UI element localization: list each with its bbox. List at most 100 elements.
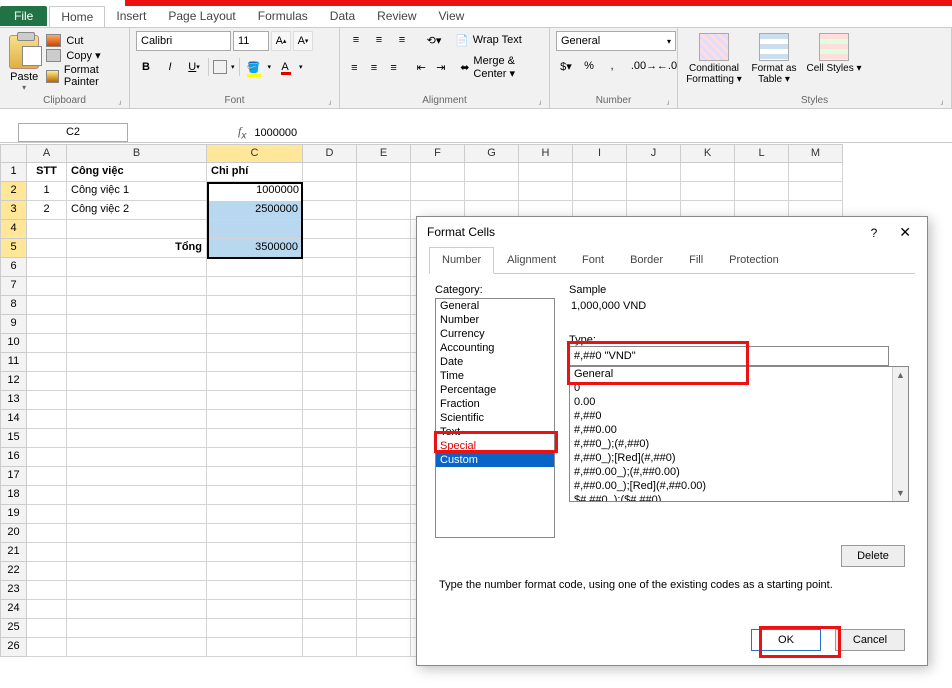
align-right-button[interactable]: ≡ (385, 59, 402, 77)
category-item[interactable]: Number (436, 313, 554, 327)
cell[interactable]: 2 (27, 201, 67, 220)
row-header[interactable]: 1 (0, 163, 27, 182)
row-header[interactable]: 15 (0, 429, 27, 448)
row-header[interactable]: 13 (0, 391, 27, 410)
format-painter-button[interactable]: Format Painter (46, 64, 123, 88)
format-item[interactable]: 0.00 (570, 395, 908, 409)
format-item[interactable]: #,##0.00 (570, 423, 908, 437)
conditional-formatting-button[interactable]: Conditional Formatting ▾ (684, 31, 744, 85)
close-button[interactable]: ✕ (893, 222, 917, 242)
category-item[interactable]: Text (436, 425, 554, 439)
decrease-font-button[interactable]: A▾ (293, 31, 313, 51)
merge-center-button[interactable]: ⬌Merge & Center ▾ (460, 55, 543, 80)
increase-indent-button[interactable]: ⇥ (433, 59, 450, 77)
cell[interactable] (207, 220, 303, 239)
increase-font-button[interactable]: A▴ (271, 31, 291, 51)
format-item[interactable]: #,##0 (570, 409, 908, 423)
delete-button[interactable]: Delete (841, 545, 905, 567)
number-format-combo[interactable]: General▾ (556, 31, 676, 51)
copy-button[interactable]: Copy ▾ (46, 49, 123, 62)
col-header[interactable]: H (519, 144, 573, 163)
dialog-tab-alignment[interactable]: Alignment (494, 247, 569, 273)
row-header[interactable]: 25 (0, 619, 27, 638)
row-header[interactable]: 3 (0, 201, 27, 220)
accounting-format-button[interactable]: $▾ (556, 57, 576, 75)
cell[interactable]: Công việc (67, 163, 207, 182)
format-item[interactable]: #,##0_);[Red](#,##0) (570, 451, 908, 465)
cell-styles-button[interactable]: Cell Styles ▾ (804, 31, 864, 74)
row-header[interactable]: 24 (0, 600, 27, 619)
ok-button[interactable]: OK (751, 629, 821, 651)
row-header[interactable]: 14 (0, 410, 27, 429)
type-input[interactable] (569, 346, 889, 366)
paste-button[interactable]: Paste ▾ (6, 31, 42, 92)
col-header[interactable]: G (465, 144, 519, 163)
cancel-button[interactable]: Cancel (835, 629, 905, 651)
cell[interactable]: Công việc 2 (67, 201, 207, 220)
italic-button[interactable]: I (160, 57, 180, 77)
category-item[interactable]: Scientific (436, 411, 554, 425)
cell[interactable]: 2500000 (207, 201, 303, 220)
orientation-button[interactable]: ⟲▾ (424, 31, 444, 49)
category-listbox[interactable]: GeneralNumberCurrencyAccountingDateTimeP… (435, 298, 555, 538)
format-item[interactable]: #,##0.00_);(#,##0.00) (570, 465, 908, 479)
row-header[interactable]: 19 (0, 505, 27, 524)
formula-bar[interactable]: 1000000 (254, 127, 297, 139)
font-name-combo[interactable] (136, 31, 231, 51)
col-header[interactable]: K (681, 144, 735, 163)
row-header[interactable]: 20 (0, 524, 27, 543)
tab-insert[interactable]: Insert (105, 6, 157, 27)
tab-home[interactable]: Home (49, 6, 105, 27)
cell[interactable]: Chi phí (207, 163, 303, 182)
cut-button[interactable]: Cut (46, 34, 123, 47)
row-header[interactable]: 21 (0, 543, 27, 562)
align-left-button[interactable]: ≡ (346, 59, 363, 77)
category-item[interactable]: Accounting (436, 341, 554, 355)
fill-color-button[interactable]: 🪣 (244, 57, 264, 77)
col-header[interactable]: L (735, 144, 789, 163)
cell[interactable]: Công việc 1 (67, 182, 207, 201)
cell[interactable]: STT (27, 163, 67, 182)
row-header[interactable]: 5 (0, 239, 27, 258)
comma-button[interactable]: , (602, 57, 622, 75)
dialog-tab-protection[interactable]: Protection (716, 247, 792, 273)
tab-review[interactable]: Review (366, 6, 427, 27)
dialog-tab-fill[interactable]: Fill (676, 247, 716, 273)
tab-view[interactable]: View (428, 6, 476, 27)
col-header[interactable]: E (357, 144, 411, 163)
format-item[interactable]: $#,##0_);($#,##0) (570, 493, 908, 502)
bold-button[interactable]: B (136, 57, 156, 77)
font-size-combo[interactable] (233, 31, 269, 51)
format-as-table-button[interactable]: Format as Table ▾ (744, 31, 804, 85)
row-header[interactable]: 23 (0, 581, 27, 600)
format-item[interactable]: 0 (570, 381, 908, 395)
tab-file[interactable]: File (0, 6, 47, 26)
col-header[interactable]: M (789, 144, 843, 163)
row-header[interactable]: 2 (0, 182, 27, 201)
col-header[interactable]: C (207, 144, 303, 163)
category-item[interactable]: Currency (436, 327, 554, 341)
row-header[interactable]: 4 (0, 220, 27, 239)
row-header[interactable]: 16 (0, 448, 27, 467)
col-header[interactable]: I (573, 144, 627, 163)
row-header[interactable]: 18 (0, 486, 27, 505)
row-header[interactable]: 8 (0, 296, 27, 315)
row-header[interactable]: 10 (0, 334, 27, 353)
col-header[interactable]: B (67, 144, 207, 163)
row-header[interactable]: 6 (0, 258, 27, 277)
format-item[interactable]: #,##0.00_);[Red](#,##0.00) (570, 479, 908, 493)
name-box[interactable]: C2 (18, 123, 128, 142)
cell[interactable]: 3500000 (207, 239, 303, 258)
border-button[interactable] (213, 60, 227, 74)
align-center-button[interactable]: ≡ (366, 59, 383, 77)
category-item[interactable]: Percentage (436, 383, 554, 397)
select-all-corner[interactable] (0, 144, 27, 163)
format-item[interactable]: #,##0_);(#,##0) (570, 437, 908, 451)
col-header[interactable]: A (27, 144, 67, 163)
align-top-button[interactable]: ≡ (346, 31, 366, 49)
category-item[interactable]: Date (436, 355, 554, 369)
scrollbar[interactable] (892, 367, 908, 501)
font-color-button[interactable]: A (275, 57, 295, 77)
tab-data[interactable]: Data (319, 6, 366, 27)
help-button[interactable]: ? (871, 226, 878, 240)
